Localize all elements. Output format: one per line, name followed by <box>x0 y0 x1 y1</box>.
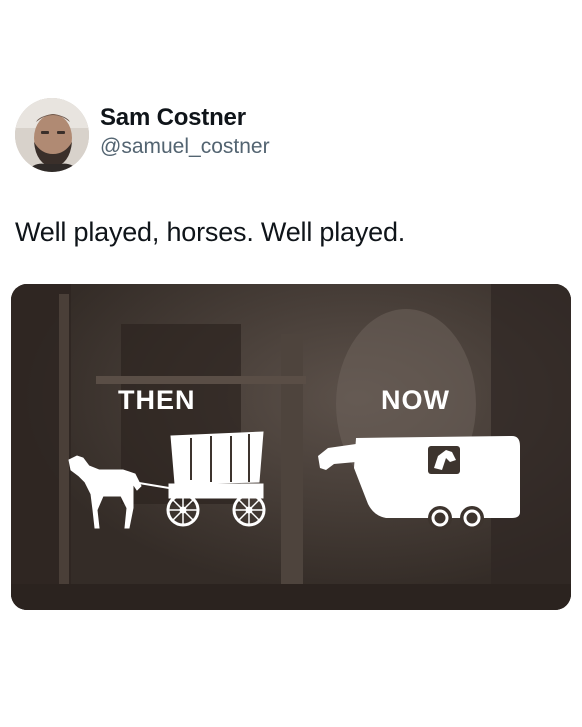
avatar-photo <box>15 98 89 172</box>
tweet-image[interactable]: THEN NOW <box>11 284 571 610</box>
display-name[interactable]: Sam Costner <box>100 103 270 133</box>
tweet-text: Well played, horses. Well played. <box>15 217 406 247</box>
tweet-header: Sam Costner @samuel_costner <box>15 96 270 174</box>
avatar[interactable] <box>15 98 89 172</box>
then-label: THEN <box>118 385 196 415</box>
now-label: NOW <box>381 385 450 415</box>
user-handle[interactable]: @samuel_costner <box>100 133 270 161</box>
user-identity: Sam Costner @samuel_costner <box>100 103 270 161</box>
horse-trailer-icon <box>318 436 520 530</box>
horse-and-wagon-icon <box>68 431 266 529</box>
